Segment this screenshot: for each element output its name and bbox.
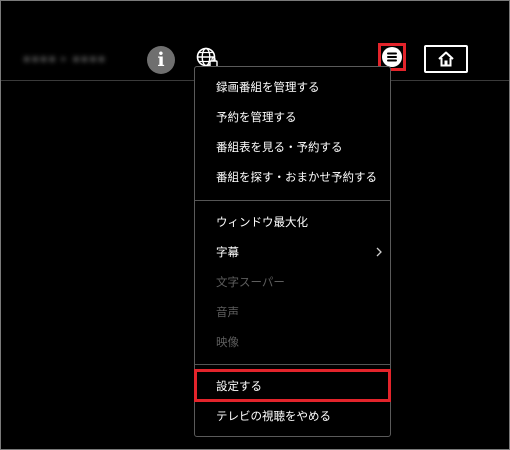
menu-item-label: 番組表を見る・予約する bbox=[216, 140, 343, 154]
menu-item-label: 番組を探す・おまかせ予約する bbox=[216, 170, 377, 184]
chevron-right-icon bbox=[376, 247, 382, 257]
menu-item-program-guide[interactable]: 番組表を見る・予約する bbox=[195, 132, 390, 162]
info-button[interactable]: i bbox=[147, 46, 175, 74]
menu-item-audio: 音声 bbox=[195, 297, 390, 327]
home-icon bbox=[438, 51, 454, 67]
menu-item-manage-reservations[interactable]: 予約を管理する bbox=[195, 102, 390, 132]
menu-item-video: 映像 bbox=[195, 327, 390, 357]
menu-item-label: 映像 bbox=[216, 335, 239, 349]
program-title: ▪▪▪▪ ▸ ▪▪▪▪ bbox=[23, 52, 107, 65]
home-button[interactable] bbox=[424, 45, 468, 73]
main-menu-dropdown: 録画番組を管理する 予約を管理する 番組表を見る・予約する 番組を探す・おまかせ… bbox=[194, 66, 391, 437]
menu-item-label: 音声 bbox=[216, 305, 239, 319]
menu-item-label: テレビの視聴をやめる bbox=[216, 409, 331, 423]
menu-item-label: ウィンドウ最大化 bbox=[216, 215, 308, 229]
menu-button[interactable] bbox=[382, 47, 402, 67]
menu-item-label: 文字スーパー bbox=[216, 275, 285, 289]
info-icon: i bbox=[157, 49, 165, 71]
menu-item-label: 予約を管理する bbox=[216, 110, 297, 124]
menu-item-search-programs[interactable]: 番組を探す・おまかせ予約する bbox=[195, 162, 390, 192]
tv-viewer-window: ▪▪▪▪ ▸ ▪▪▪▪ i 録画番組を管理する 予約を管理する 番組表を見る・予… bbox=[0, 0, 510, 450]
menu-item-label: 録画番組を管理する bbox=[216, 80, 320, 94]
menu-separator bbox=[195, 200, 390, 201]
menu-item-stop-viewing[interactable]: テレビの視聴をやめる bbox=[195, 401, 390, 431]
menu-separator bbox=[195, 364, 390, 365]
menu-item-label: 字幕 bbox=[216, 245, 239, 259]
menu-item-subtitles[interactable]: 字幕 bbox=[195, 237, 390, 267]
settings-highlight bbox=[194, 369, 391, 402]
menu-icon bbox=[387, 52, 397, 62]
menu-item-superimpose: 文字スーパー bbox=[195, 267, 390, 297]
menu-item-manage-recordings[interactable]: 録画番組を管理する bbox=[195, 72, 390, 102]
menu-item-maximize-window[interactable]: ウィンドウ最大化 bbox=[195, 207, 390, 237]
